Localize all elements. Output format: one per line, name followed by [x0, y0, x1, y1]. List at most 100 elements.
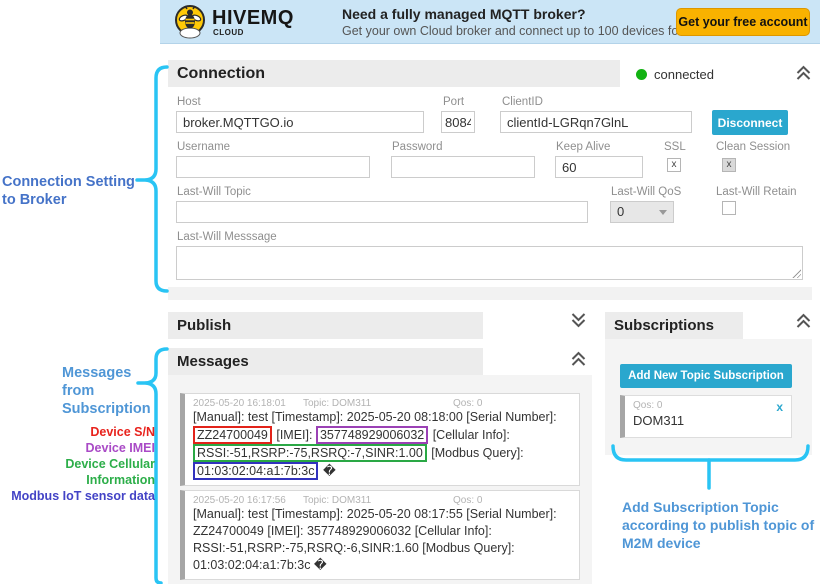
username-label: Username [177, 141, 230, 153]
message-topic: Topic: DOM311 [303, 495, 453, 506]
annotation-line: Messages [62, 364, 182, 382]
message-text: [IMEI]: [273, 428, 316, 442]
dropdown-arrow-icon [659, 210, 667, 215]
message-meta: 2025-05-20 16:17:56 Topic: DOM311 Qos: 0 [193, 495, 571, 506]
disconnect-button[interactable]: Disconnect [712, 110, 788, 135]
message-line: ZZ24700049 [IMEI]: 357748929006032 [Cell… [193, 426, 571, 444]
message-text: RSSI:-51,RSRP:-75,RSRQ:-6,SINR:1.60 [Mod… [193, 541, 515, 555]
keepalive-label: Keep Alive [556, 141, 610, 153]
subscription-annotation: Add Subscription Topic according to publ… [622, 498, 822, 552]
connection-header-bar: Connection [168, 60, 620, 87]
connection-annotation: Connection Setting to Broker [2, 173, 150, 209]
annotation-line: from [62, 382, 182, 400]
remove-subscription-icon[interactable]: x [776, 400, 783, 414]
ssl-checkbox[interactable]: x [667, 158, 681, 172]
clientid-input[interactable] [500, 111, 692, 133]
lastwill-topic-label: Last-Will Topic [177, 186, 251, 198]
messages-header-bar: Messages [168, 348, 483, 375]
publish-header-bar: Publish [168, 312, 483, 339]
connection-collapse-chevron-icon[interactable] [795, 65, 813, 81]
message-line: 01:03:02:04:a1:7b:3c � [193, 462, 571, 480]
host-input[interactable] [176, 111, 424, 133]
banner-headline: Need a fully managed MQTT broker? [342, 6, 586, 22]
lastwill-qos-select[interactable]: 0 [610, 201, 674, 223]
message-line: [Manual]: test [Timestamp]: 2025-05-20 0… [193, 506, 571, 523]
lastwill-retain-label: Last-Will Retain [716, 186, 797, 198]
messages-title: Messages [168, 348, 483, 375]
port-input[interactable] [441, 111, 475, 133]
clientid-label: ClientID [502, 96, 543, 108]
device-field-legend: Device S/N Device IMEI Device Cellular I… [0, 424, 155, 504]
device-cellular-label: Device Cellular Information [0, 456, 155, 488]
modbus-data-highlight: 01:03:02:04:a1:7b:3c [193, 462, 318, 480]
lastwill-retain-checkbox[interactable] [722, 201, 736, 215]
annotation-line: Add Subscription Topic [622, 498, 822, 516]
connection-title: Connection [168, 60, 620, 87]
messages-collapse-chevron-icon[interactable] [570, 351, 588, 367]
lastwill-message-label: Last-Will Messsage [177, 231, 277, 243]
message-line: ZZ24700049 [IMEI]: 357748929006032 [Cell… [193, 523, 571, 540]
username-input[interactable] [176, 156, 370, 178]
message-text: ZZ24700049 [IMEI]: 357748929006032 [Cell… [193, 524, 492, 538]
connection-status: connected [630, 60, 812, 90]
password-input[interactable] [391, 156, 535, 178]
port-label: Port [443, 96, 464, 108]
host-label: Host [177, 96, 201, 108]
cellular-info-highlight: RSSI:-51,RSRP:-75,RSRQ:-7,SINR:1.00 [193, 444, 427, 462]
lastwill-qos-value: 0 [617, 204, 624, 219]
message-card: 2025-05-20 16:17:56 Topic: DOM311 Qos: 0… [180, 490, 580, 580]
message-line: 01:03:02:04:a1:7b:3c � [193, 557, 571, 574]
subscriptions-header-bar: Subscriptions [605, 312, 743, 339]
message-text: [Manual]: test [Timestamp]: 2025-05-20 0… [193, 507, 557, 521]
message-text: [Modbus Query]: [428, 446, 524, 460]
mqtt-websocket-client-page: HIVEMQ CLOUD Need a fully managed MQTT b… [0, 0, 827, 584]
annotation-line: Subscription [62, 400, 182, 418]
ssl-label: SSL [664, 141, 686, 153]
connected-status-label: connected [654, 67, 714, 82]
add-new-topic-subscription-button[interactable]: Add New Topic Subscription [620, 364, 792, 388]
message-card: 2025-05-20 16:18:01 Topic: DOM311 Qos: 0… [180, 393, 580, 486]
publish-title: Publish [168, 312, 483, 339]
message-text: 01:03:02:04:a1:7b:3c � [193, 558, 327, 572]
connection-footer-strip [168, 287, 812, 300]
banner-subtitle: Get your own Cloud broker and connect up… [342, 24, 711, 38]
annotation-line: Connection Setting [2, 173, 150, 191]
message-line: RSSI:-51,RSRP:-75,RSRQ:-6,SINR:1.60 [Mod… [193, 540, 571, 557]
brand-name: HIVEMQ [212, 7, 294, 30]
message-text: [Manual]: test [Timestamp]: 2025-05-20 0… [193, 410, 557, 424]
publish-expand-chevron-icon[interactable] [570, 313, 588, 329]
subscription-topic: DOM311 [633, 413, 783, 428]
message-qos: Qos: 0 [453, 495, 482, 506]
lastwill-topic-input[interactable] [176, 201, 588, 223]
subscriptions-title: Subscriptions [605, 312, 743, 339]
annotation-line: according to publish topic of [622, 516, 822, 534]
message-timestamp: 2025-05-20 16:18:01 [193, 398, 303, 409]
message-qos: Qos: 0 [453, 398, 482, 409]
password-label: Password [392, 141, 443, 153]
message-meta: 2025-05-20 16:18:01 Topic: DOM311 Qos: 0 [193, 398, 571, 409]
hivemq-bee-logo-icon [172, 4, 208, 46]
messages-annotation: Messages from Subscription [62, 364, 182, 418]
get-free-account-button[interactable]: Get your free account [676, 8, 810, 36]
message-text: � [319, 464, 335, 478]
subscription-qos: Qos: 0 [633, 400, 783, 411]
imei-highlight: 357748929006032 [316, 426, 428, 444]
brand-cloud-label: CLOUD [213, 28, 244, 37]
message-line: RSSI:-51,RSRP:-75,RSRQ:-7,SINR:1.00 [Mod… [193, 444, 571, 462]
lastwill-message-textarea[interactable] [176, 246, 803, 280]
message-text: [Cellular Info]: [429, 428, 510, 442]
subscriptions-collapse-chevron-icon[interactable] [795, 313, 813, 329]
annotation-line: to Broker [2, 191, 150, 209]
lastwill-qos-label: Last-Will QoS [611, 186, 681, 198]
message-timestamp: 2025-05-20 16:17:56 [193, 495, 303, 506]
clean-session-label: Clean Session [716, 141, 790, 153]
clean-session-checkbox[interactable]: x [722, 158, 736, 172]
device-sn-label: Device S/N [0, 424, 155, 440]
message-topic: Topic: DOM311 [303, 398, 453, 409]
message-line: [Manual]: test [Timestamp]: 2025-05-20 0… [193, 409, 571, 426]
annotation-line: M2M device [622, 534, 822, 552]
hivemq-banner: HIVEMQ CLOUD Need a fully managed MQTT b… [160, 0, 820, 44]
keepalive-input[interactable] [555, 156, 643, 178]
subscription-item: Qos: 0 DOM311 x [620, 395, 792, 438]
serial-number-highlight: ZZ24700049 [193, 426, 272, 444]
